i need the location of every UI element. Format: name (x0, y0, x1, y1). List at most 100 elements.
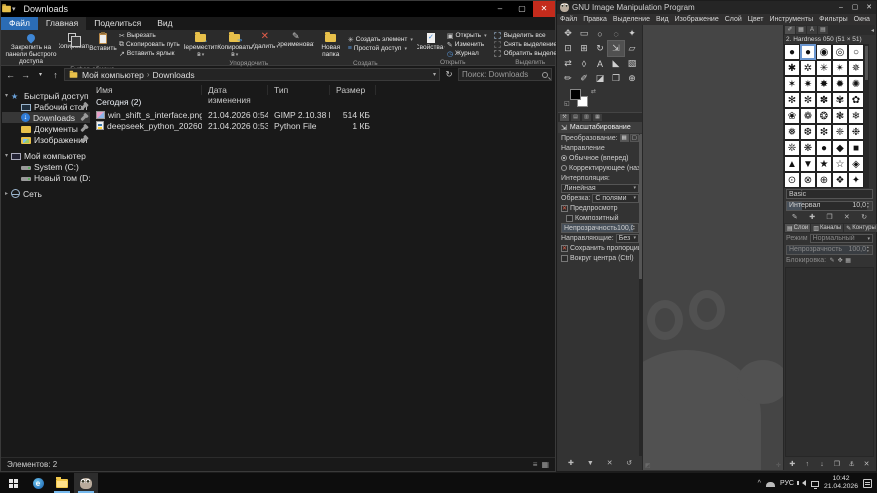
file-row[interactable]: deepseek_python_20260420_ea1446.py21.04.… (90, 120, 554, 131)
preview-checkbox[interactable]: ✕ Предпросмотр (558, 203, 642, 213)
gimp-menu-tools[interactable]: Инструменты (766, 16, 816, 23)
layer-mode-select[interactable]: Нормальный ▾ (810, 234, 873, 243)
brush-thumbnail[interactable]: ✶ (784, 76, 800, 92)
preview-opacity-slider[interactable]: Непрозрачность 100,0 ▴▾ (561, 223, 639, 233)
brush-thumbnail[interactable]: ● (816, 140, 832, 156)
quick-mask-toggle-icon[interactable]: ◩ (645, 462, 651, 469)
brushes-tab[interactable]: ✐ (785, 26, 795, 34)
sidebar-item-desktop[interactable]: Рабочий стол (2, 101, 90, 112)
taskbar-clock[interactable]: 10:42 21.04.2026 (824, 475, 858, 491)
new-folder-button[interactable]: Новая папка (316, 31, 346, 59)
address-dropdown-icon[interactable]: ▾ (433, 71, 436, 78)
forward-button[interactable]: → (19, 70, 32, 80)
brush-thumbnail[interactable]: ✦ (848, 172, 864, 188)
ribbon-tab-view[interactable]: Вид (149, 17, 180, 30)
brush-thumbnail[interactable]: ○ (848, 44, 864, 60)
brush-thumbnail[interactable]: ❖ (832, 172, 848, 188)
cut-button[interactable]: ✂ Вырезать (117, 31, 182, 40)
breadcrumb-downloads[interactable]: Downloads (153, 70, 195, 80)
restore-tool-options-button[interactable]: ▼ (584, 460, 597, 467)
dock-tab-0[interactable]: ⚒ (560, 114, 569, 121)
volume-icon[interactable] (799, 480, 806, 486)
paste-shortcut-button[interactable]: ↗ Вставить ярлык (117, 49, 182, 58)
brush-thumbnail[interactable]: ❇ (816, 124, 832, 140)
gimp-menu-help[interactable]: Справка (873, 16, 876, 23)
save-tool-options-button[interactable]: ✚ (564, 459, 577, 467)
refresh-button[interactable]: ↻ (442, 69, 456, 80)
free-select-tool[interactable]: ◌ (608, 26, 624, 41)
properties-button[interactable]: ✓ Свойства▾ (417, 31, 445, 52)
spinner-buttons[interactable]: ▴▾ (633, 224, 638, 232)
unified-transform-tool[interactable]: ⊞ (576, 41, 592, 56)
guides-select[interactable]: Без направл... ▾ (616, 234, 639, 243)
new-item-button[interactable]: ✳ Создать элемент ▾ (346, 35, 415, 44)
brush-spacing-slider[interactable]: Интервал 10,0 ▴▾ (786, 201, 873, 211)
around-center-checkbox[interactable]: Вокруг центра (Ctrl) (558, 253, 642, 263)
brush-thumbnail[interactable]: ❃ (832, 108, 848, 124)
dock-tab-3[interactable]: ▦ (593, 114, 602, 121)
paintbrush-tool[interactable]: ✐ (576, 71, 592, 86)
foreground-background-colors[interactable]: ◱ ⇄ (564, 88, 642, 112)
hidden-icons-button[interactable]: ^ (758, 480, 761, 487)
fonts-tab[interactable]: A (807, 26, 817, 34)
composited-checkbox[interactable]: Композитный (558, 213, 642, 223)
brush-thumbnail[interactable]: ◈ (848, 156, 864, 172)
patterns-tab[interactable]: ▦ (796, 26, 806, 34)
clone-tool[interactable]: ❐ (608, 71, 624, 86)
gimp-menu-file[interactable]: Файл (557, 16, 580, 23)
brush-thumbnail[interactable]: ❋ (800, 140, 816, 156)
sidebar-item-downloads[interactable]: Downloads (2, 112, 90, 123)
sidebar-item-drive-c[interactable]: System (C:) (2, 161, 90, 172)
easy-access-button[interactable]: ≡ Простой доступ ▾ (346, 44, 415, 53)
brush-thumbnail[interactable]: ⊕ (816, 172, 832, 188)
brush-thumbnail[interactable]: ✹ (832, 76, 848, 92)
brush-thumbnail[interactable]: ⊙ (784, 172, 800, 188)
sidebar-item-network[interactable]: ▸Сеть (2, 188, 90, 199)
channels-tab[interactable]: ▥Каналы (811, 224, 843, 232)
swap-colors-icon[interactable]: ⇄ (591, 88, 596, 95)
pencil-tool[interactable]: ✏ (560, 71, 576, 86)
brush-thumbnail[interactable]: ✿ (848, 92, 864, 108)
breadcrumb[interactable]: Мой компьютер › Downloads ▾ (64, 68, 440, 81)
delete-button[interactable]: ✕ Удалить▾ (252, 31, 278, 50)
layer-opacity-slider[interactable]: Непрозрачность 100,0 ▴▾ (786, 245, 873, 255)
brush-thumbnail[interactable]: ✵ (848, 60, 864, 76)
dock-tab-1[interactable]: ▤ (571, 114, 580, 121)
brush-thumbnail[interactable]: ✾ (832, 92, 848, 108)
brush-thumbnail[interactable]: ❅ (784, 124, 800, 140)
edit-brush-button[interactable]: ✎ (788, 213, 801, 221)
dock-menu-icon[interactable]: ◂ (871, 27, 874, 34)
brush-thumbnail[interactable]: ✽ (816, 92, 832, 108)
pin-to-quick-access-button[interactable]: Закрепить на панели быстрого доступа (3, 31, 59, 65)
keep-aspect-checkbox[interactable]: ✕ Сохранить пропорции (Shift) (558, 243, 642, 253)
gimp-menu-view[interactable]: Вид (653, 16, 672, 23)
gimp-menu-layer[interactable]: Слой (722, 16, 745, 23)
brush-thumbnail[interactable]: ❂ (816, 108, 832, 124)
brush-thumbnail[interactable]: ❊ (784, 140, 800, 156)
zoom-tool[interactable]: ⊕ (624, 71, 640, 86)
brush-thumbnail[interactable]: ❉ (848, 124, 864, 140)
tree-expander-icon[interactable]: ▸ (2, 190, 11, 197)
brush-thumbnail[interactable]: ✱ (784, 60, 800, 76)
explorer-titlebar[interactable]: ▾ Downloads – ▢ ✕ (1, 1, 555, 17)
brush-thumbnail[interactable]: ❁ (800, 108, 816, 124)
flip-tool[interactable]: ⇄ (560, 56, 576, 71)
maximize-button[interactable]: ▢ (511, 1, 533, 17)
language-indicator[interactable]: РУС (780, 480, 794, 487)
gimp-canvas[interactable]: ◩ ✛ (643, 25, 783, 470)
gimp-menu-colors[interactable]: Цвет (745, 16, 767, 23)
brush-thumbnail[interactable]: ✸ (816, 76, 832, 92)
minimize-button[interactable]: – (489, 1, 511, 17)
lock-position-icon[interactable]: ✥ (836, 257, 844, 264)
quick-access-toolbar-caret-icon[interactable]: ▾ (12, 5, 16, 13)
brush-thumbnail[interactable]: ✺ (848, 76, 864, 92)
copy-button[interactable]: Копировать (59, 31, 89, 51)
spinner-buttons[interactable]: ▴▾ (867, 246, 872, 254)
ribbon-tab-share[interactable]: Поделиться (86, 17, 149, 30)
brush-thumbnail[interactable]: ❆ (800, 124, 816, 140)
brush-tag-input[interactable]: Basic (786, 189, 873, 199)
perspective-tool[interactable]: ◊ (576, 56, 592, 71)
paste-button[interactable]: Вставить (89, 31, 117, 53)
cloud-icon[interactable] (766, 482, 775, 487)
file-row[interactable]: win_shift_s_interface.png21.04.2026 0:54… (90, 109, 554, 120)
